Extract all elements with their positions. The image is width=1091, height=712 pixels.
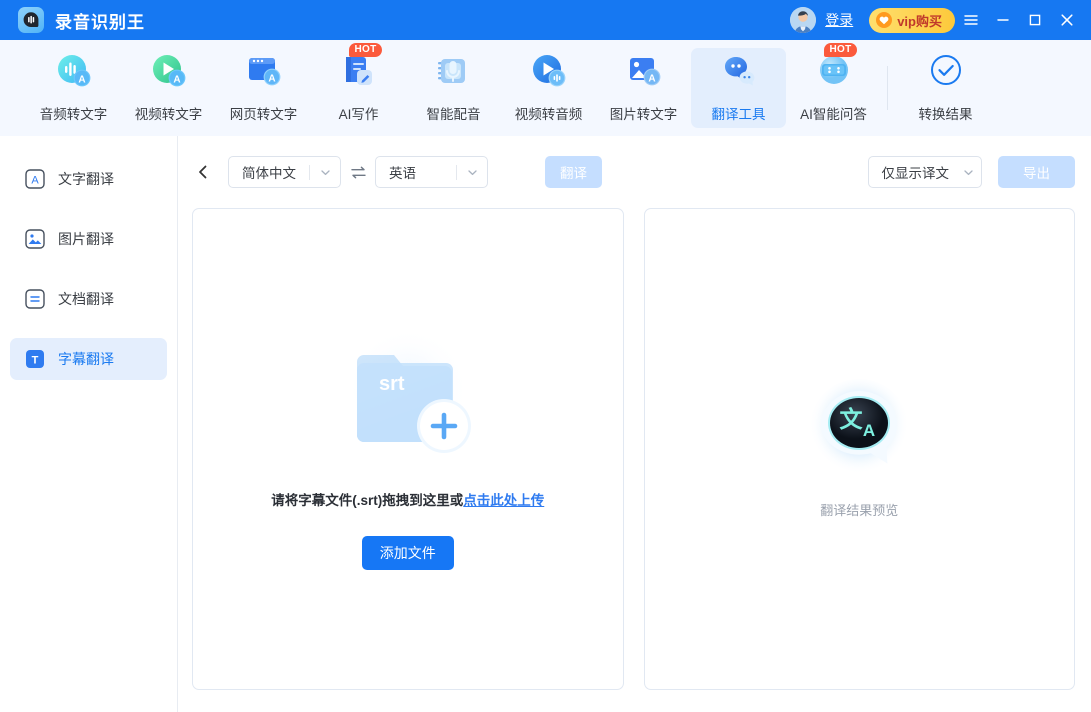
translate-chat-icon (717, 50, 761, 94)
preview-label: 翻译结果预览 (820, 500, 898, 519)
maximize-icon[interactable] (1019, 0, 1051, 40)
back-button[interactable] (190, 159, 216, 185)
sidebar-item-label: 图片翻译 (58, 229, 114, 249)
minimize-icon[interactable] (987, 0, 1019, 40)
file-drop-zone[interactable]: srt 请将字幕文件(.srt)拖拽到这里或点击此处上传 添加文件 (193, 209, 623, 689)
right-controls: 仅显示译文 导出 (868, 156, 1091, 188)
tool-ai-writing[interactable]: HOT AI写作 (311, 48, 406, 128)
svg-text:A: A (268, 73, 275, 84)
avatar[interactable] (790, 7, 816, 33)
chevron-down-icon (955, 167, 981, 178)
svg-text:A: A (78, 74, 85, 85)
tool-image-to-text[interactable]: A 图片转文字 (596, 48, 691, 128)
application-window: 录音识别王 登录 vip购买 (0, 0, 1091, 712)
app-title: 录音识别王 (55, 8, 145, 33)
source-language-value: 简体中文 (229, 162, 306, 182)
export-button[interactable]: 导出 (998, 156, 1075, 188)
vip-purchase-button[interactable]: vip购买 (869, 8, 955, 33)
svg-text:A: A (31, 175, 39, 187)
close-icon[interactable] (1051, 0, 1083, 40)
tool-label: 翻译工具 (712, 103, 766, 123)
tool-label: 网页转文字 (230, 103, 298, 123)
sidebar-item-image-translate[interactable]: 图片翻译 (10, 218, 167, 260)
login-button[interactable]: 登录 (825, 10, 853, 30)
image-to-text-icon: A (622, 50, 666, 94)
vip-label: vip购买 (897, 11, 942, 30)
document-lines-box-icon (24, 288, 46, 310)
sidebar-item-label: 文档翻译 (58, 289, 114, 309)
result-preview-placeholder: 文 A 翻译结果预览 (645, 209, 1075, 689)
tool-label: AI写作 (339, 103, 379, 123)
add-file-button[interactable]: 添加文件 (362, 536, 454, 570)
sidebar-item-subtitle-translate[interactable]: T 字幕翻译 (10, 338, 167, 380)
tool-ai-qa[interactable]: HOT AI智能问答 (786, 48, 881, 128)
image-box-icon (24, 228, 46, 250)
translate-bubble-icon: 文 A (807, 379, 911, 483)
video-play-to-text-icon: A (147, 50, 191, 94)
sidebar-item-label: 字幕翻译 (58, 349, 114, 369)
tool-tabbar: A 音频转文字 A 视频转文字 (0, 40, 1091, 136)
target-language-select[interactable]: 英语 (375, 156, 488, 188)
ai-writing-icon: HOT (337, 50, 381, 94)
tool-webpage-to-text[interactable]: A 网页转文字 (216, 48, 311, 128)
tool-label: 智能配音 (427, 103, 481, 123)
content-area: 简体中文 英语 翻译 (178, 136, 1091, 712)
drop-instruction-text: 请将字幕文件(.srt)拖拽到这里或 (271, 493, 463, 508)
video-to-audio-icon (527, 50, 571, 94)
svg-text:文: 文 (840, 406, 864, 432)
crown-heart-icon (876, 12, 892, 28)
source-panel: srt 请将字幕文件(.srt)拖拽到这里或点击此处上传 添加文件 (192, 208, 624, 690)
upload-link[interactable]: 点击此处上传 (463, 493, 544, 508)
folder-format-label: srt (379, 373, 405, 395)
tool-label: 图片转文字 (610, 103, 678, 123)
letter-t-box-icon: T (24, 348, 46, 370)
view-mode-select[interactable]: 仅显示译文 (868, 156, 983, 188)
tool-translate-tools[interactable]: 翻译工具 (691, 48, 786, 128)
sidebar-item-document-translate[interactable]: 文档翻译 (10, 278, 167, 320)
tool-audio-to-text[interactable]: A 音频转文字 (26, 48, 121, 128)
translation-controls: 简体中文 英语 翻译 (178, 136, 1091, 208)
check-circle-icon (924, 50, 968, 94)
tool-label: 转换结果 (919, 103, 973, 123)
app-logo-icon (18, 7, 44, 33)
tool-conversion-results[interactable]: 转换结果 (898, 48, 993, 128)
svg-text:T: T (32, 354, 39, 366)
tool-smart-dubbing[interactable]: 智能配音 (406, 48, 501, 128)
drop-instruction: 请将字幕文件(.srt)拖拽到这里或点击此处上传 (271, 489, 544, 509)
titlebar-actions: 登录 vip购买 (790, 0, 1091, 40)
audio-waveform-to-text-icon: A (52, 50, 96, 94)
tool-label: 音频转文字 (40, 103, 108, 123)
tool-label: 视频转音频 (515, 103, 583, 123)
hot-badge: HOT (824, 43, 856, 57)
smart-dubbing-mic-icon (432, 50, 476, 94)
hamburger-menu-icon[interactable] (955, 0, 987, 40)
sidebar-item-label: 文字翻译 (58, 169, 114, 189)
sidebar: A 文字翻译 图片翻译 文档翻译 (0, 136, 178, 712)
svg-text:A: A (648, 73, 655, 84)
sidebar-item-text-translate[interactable]: A 文字翻译 (10, 158, 167, 200)
webpage-to-text-icon: A (242, 50, 286, 94)
title-bar: 录音识别王 登录 vip购买 (0, 0, 1091, 40)
tool-label: 视频转文字 (135, 103, 203, 123)
translate-button[interactable]: 翻译 (545, 156, 602, 188)
srt-folder-add-icon: srt (316, 319, 500, 471)
swap-languages-button[interactable] (341, 163, 375, 182)
toolbar-divider (887, 66, 888, 110)
tool-video-to-audio[interactable]: 视频转音频 (501, 48, 596, 128)
panels-row: srt 请将字幕文件(.srt)拖拽到这里或点击此处上传 添加文件 (178, 208, 1091, 690)
tool-video-to-text[interactable]: A 视频转文字 (121, 48, 216, 128)
svg-text:A: A (863, 421, 875, 440)
result-panel: 文 A 翻译结果预览 (644, 208, 1076, 690)
hot-badge: HOT (349, 43, 381, 57)
chevron-down-icon (310, 167, 340, 178)
source-language-select[interactable]: 简体中文 (228, 156, 341, 188)
target-language-value: 英语 (376, 162, 426, 182)
ai-qa-robot-icon: HOT (812, 50, 856, 94)
chevron-down-icon (457, 167, 487, 178)
svg-text:A: A (173, 74, 180, 85)
view-mode-value: 仅显示译文 (869, 162, 956, 182)
letter-a-box-icon: A (24, 168, 46, 190)
tool-label: AI智能问答 (800, 103, 867, 123)
